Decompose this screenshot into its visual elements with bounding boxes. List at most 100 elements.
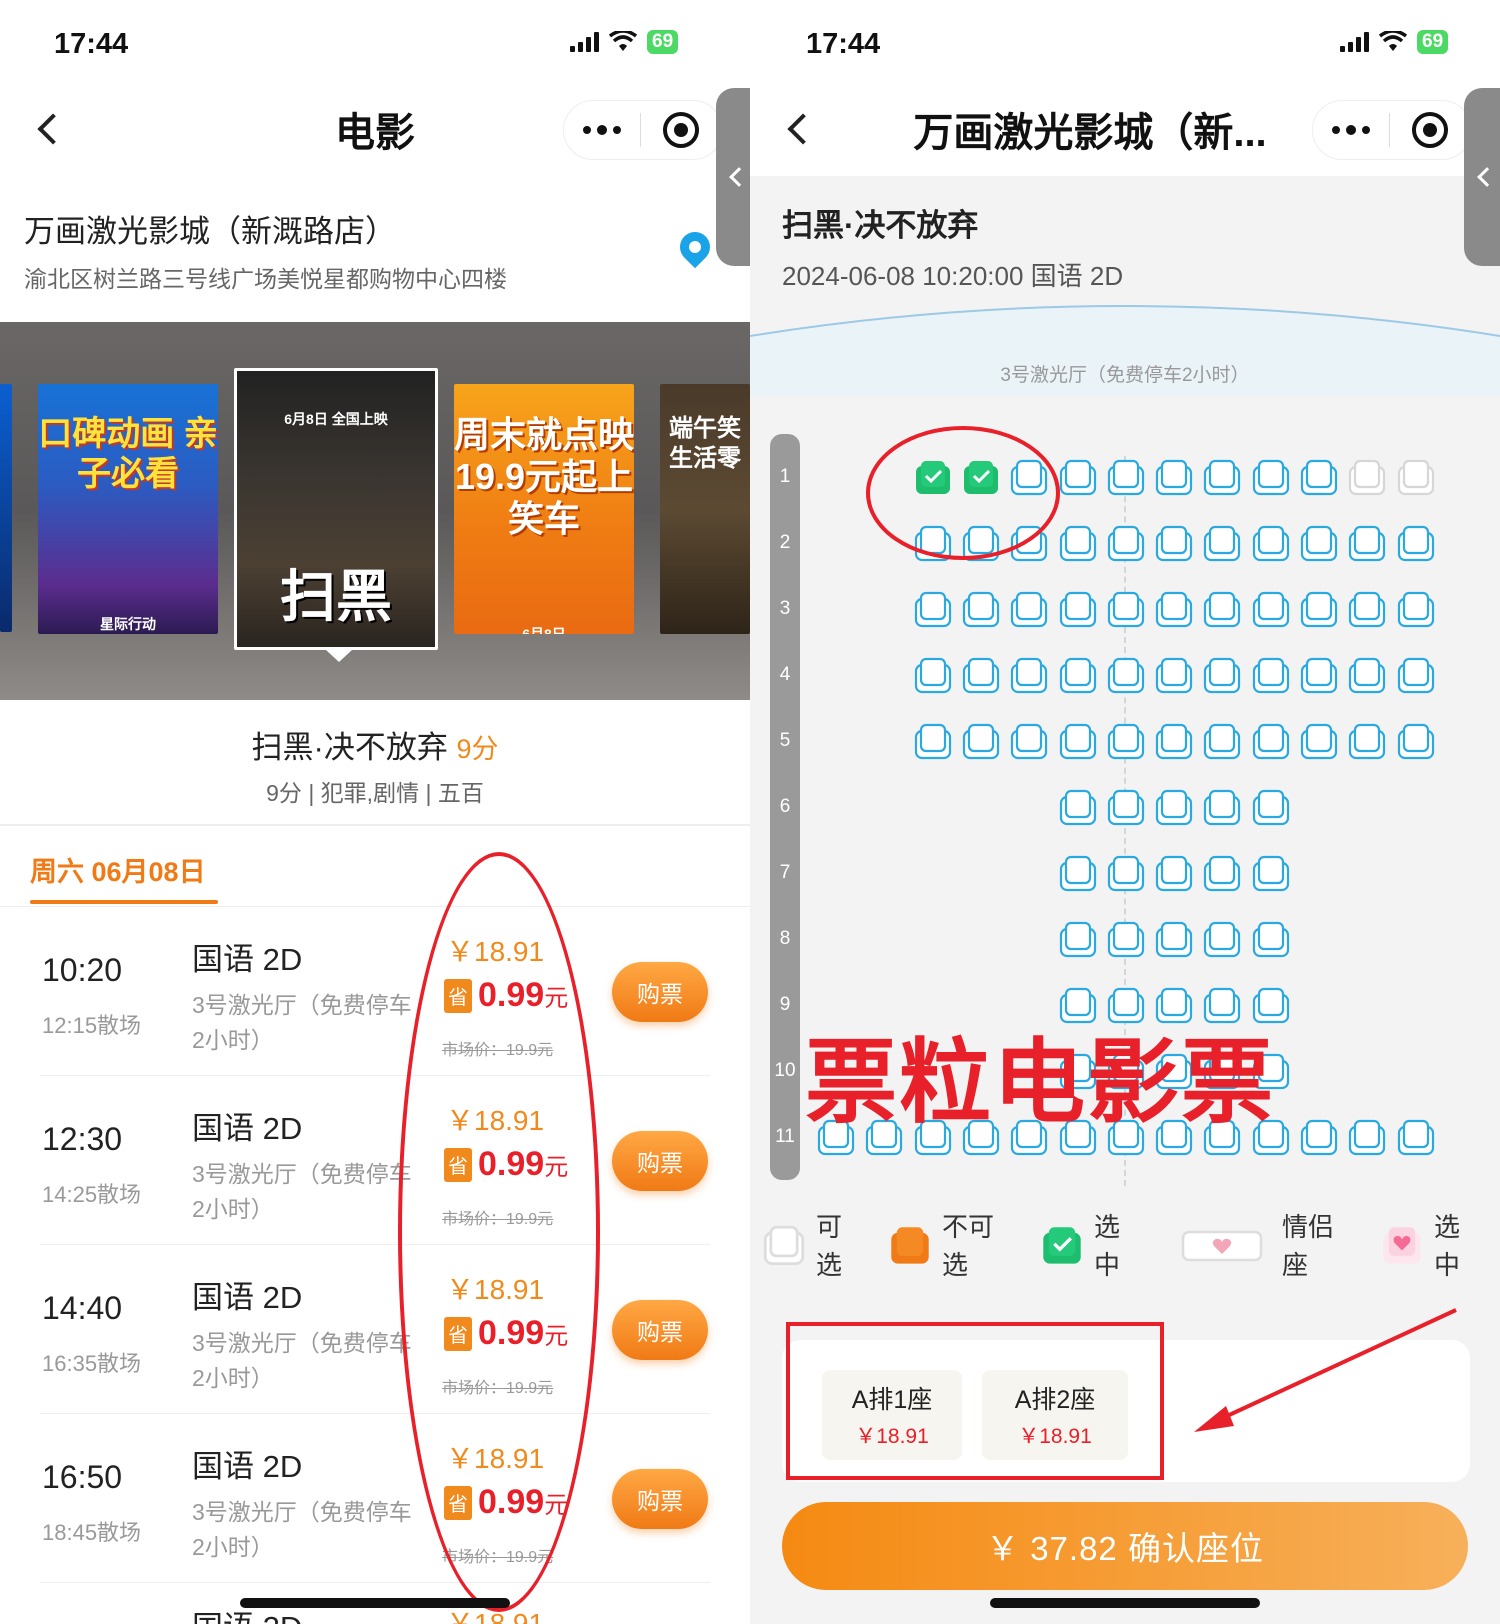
home-indicator [990,1598,1260,1608]
seat[interactable] [961,722,1001,767]
poster-0[interactable] [0,384,12,632]
seat[interactable] [1058,656,1098,701]
seat[interactable] [1251,788,1291,833]
seat[interactable] [1251,458,1291,503]
buy-ticket-button[interactable]: 购票 [612,1131,708,1191]
seat[interactable] [1202,656,1242,701]
seat[interactable] [1347,590,1387,635]
seat[interactable] [1154,590,1194,635]
side-drawer-tab[interactable] [1464,88,1500,266]
seat[interactable] [1106,458,1146,503]
seat[interactable] [1251,656,1291,701]
row-number: 4 [779,664,791,685]
seat[interactable] [1251,722,1291,767]
seat[interactable] [1154,854,1194,899]
seat[interactable] [1106,524,1146,569]
divider [0,824,750,826]
location-pin-icon[interactable] [673,225,717,269]
close-miniprogram-icon[interactable] [1412,112,1449,148]
seat[interactable] [961,656,1001,701]
seat[interactable] [1202,854,1242,899]
seat[interactable] [1396,590,1436,635]
seat[interactable] [1202,920,1242,965]
legend-sold: 不可选 [888,1208,998,1284]
poster-4[interactable]: 端午笑 生活零 [660,384,750,634]
date-tab-underline [30,900,218,904]
seat[interactable] [1154,920,1194,965]
seat[interactable] [1106,854,1146,899]
seat[interactable] [1396,1118,1436,1163]
seat[interactable] [1106,920,1146,965]
back-icon[interactable] [37,113,69,145]
seat[interactable] [1347,524,1387,569]
poster-carousel[interactable]: 口碑动画 亲子必看 星际行动 6月8日 全国上映 扫黑 周末就点映 19.9元起… [0,322,750,700]
seat[interactable] [1202,788,1242,833]
seat[interactable] [1154,722,1194,767]
seat[interactable] [1058,458,1098,503]
side-drawer-tab[interactable] [716,88,750,266]
seat[interactable] [1251,524,1291,569]
seat[interactable] [1106,656,1146,701]
seat[interactable] [1202,524,1242,569]
seat[interactable] [1396,656,1436,701]
seat[interactable] [1009,656,1049,701]
more-icon[interactable] [564,101,640,159]
poster-2-selected[interactable]: 6月8日 全国上映 扫黑 [234,368,438,650]
seat[interactable] [1347,722,1387,767]
seat[interactable] [1396,722,1436,767]
seat[interactable] [1202,722,1242,767]
seat[interactable] [1202,590,1242,635]
seat[interactable] [1058,590,1098,635]
seat[interactable] [913,722,953,767]
seat[interactable] [1154,788,1194,833]
seat[interactable] [1299,1118,1339,1163]
close-miniprogram-icon[interactable] [663,112,700,148]
confirm-seat-button[interactable]: ￥ 37.82 确认座位 [782,1502,1468,1590]
capsule-menu[interactable] [1312,100,1472,160]
seat[interactable] [1154,524,1194,569]
seat[interactable] [1106,722,1146,767]
seat[interactable] [961,590,1001,635]
seat[interactable] [1299,722,1339,767]
seat[interactable] [1058,854,1098,899]
capsule-menu[interactable] [563,100,723,160]
seat[interactable] [1106,788,1146,833]
seat[interactable] [1009,590,1049,635]
seat[interactable] [1396,524,1436,569]
poster-2-subtitle: 6月8日 全国上映 [284,411,388,427]
more-icon[interactable] [1313,101,1389,159]
buy-ticket-button[interactable]: 购票 [612,962,708,1022]
seat[interactable] [1299,524,1339,569]
seat[interactable] [1009,722,1049,767]
poster-3-subtitle: 6月8日 [522,626,566,634]
seat[interactable] [1106,590,1146,635]
seat[interactable] [1154,458,1194,503]
seat[interactable] [1058,722,1098,767]
row-number: 10 [774,1060,796,1081]
cinema-name: 万画激光影城（新溉路店） [24,214,396,249]
buy-ticket-button[interactable]: 购票 [612,1469,708,1529]
seat[interactable] [1058,920,1098,965]
poster-1[interactable]: 口碑动画 亲子必看 星际行动 [38,384,218,634]
buy-ticket-button[interactable]: 购票 [612,1300,708,1360]
seat[interactable] [1347,458,1387,503]
seat[interactable] [1154,656,1194,701]
seat[interactable] [1202,458,1242,503]
seat[interactable] [1299,458,1339,503]
seat[interactable] [1058,788,1098,833]
seat[interactable] [913,590,953,635]
seat[interactable] [1396,458,1436,503]
seat[interactable] [1058,524,1098,569]
poster-3[interactable]: 周末就点映 19.9元起上笑车 6月8日 [454,384,634,634]
seat[interactable] [913,656,953,701]
seat[interactable] [1251,590,1291,635]
seat[interactable] [1299,590,1339,635]
row-number: 3 [779,598,791,619]
status-time: 17:44 [806,28,881,60]
seat[interactable] [1251,920,1291,965]
seat[interactable] [1347,1118,1387,1163]
seat[interactable] [1251,854,1291,899]
date-tab[interactable]: 周六 06月08日 [30,850,206,889]
seat[interactable] [1347,656,1387,701]
seat[interactable] [1299,656,1339,701]
